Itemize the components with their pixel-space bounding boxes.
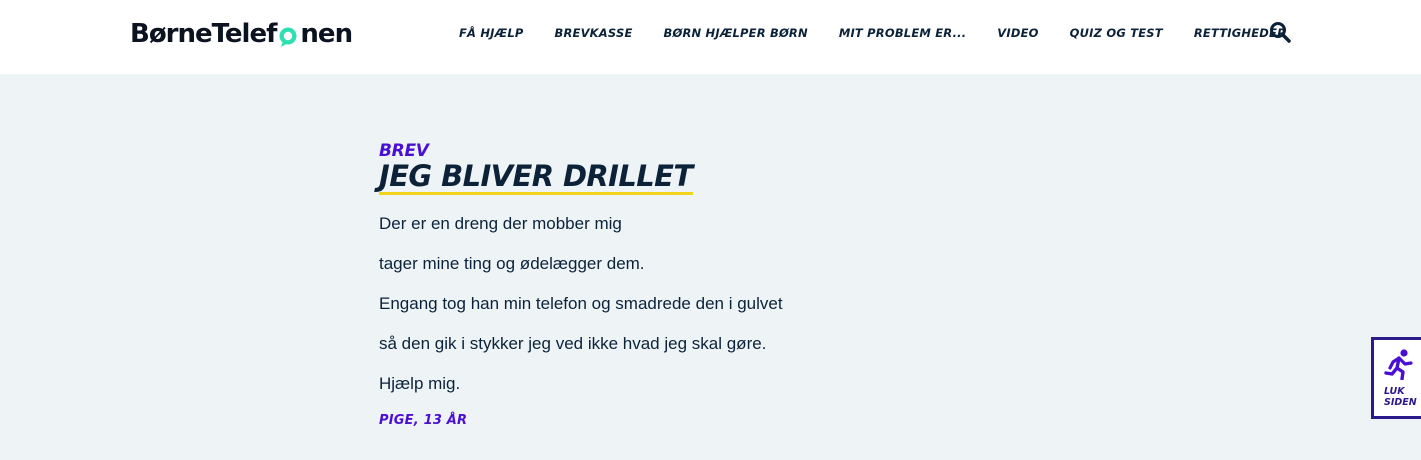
letter-paragraph: så den gik i stykker jeg ved ikke hvad j… xyxy=(379,334,767,353)
exit-button-label: LUK SIDEN xyxy=(1384,386,1420,408)
logo-text-part2: nen xyxy=(300,19,353,49)
nav-item-faa-hjaelp[interactable]: FÅ HJÆLP xyxy=(459,26,524,40)
running-person-icon xyxy=(1384,349,1413,380)
letter-signature: PIGE, 13 ÅR xyxy=(379,413,468,428)
nav-item-video[interactable]: VIDEO xyxy=(997,26,1038,40)
nav-item-quiz-og-test[interactable]: QUIZ OG TEST xyxy=(1070,26,1163,40)
site-header: BørneTelef nen FÅ HJÆLP BREVKASSE BØRN H… xyxy=(0,0,1421,74)
nav-item-mit-problem-er[interactable]: MIT PROBLEM ER... xyxy=(839,26,966,40)
main-nav: FÅ HJÆLP BREVKASSE BØRN HJÆLPER BØRN MIT… xyxy=(459,24,1286,42)
letter-paragraph: Hjælp mig. xyxy=(379,374,461,393)
search-icon xyxy=(1270,22,1291,43)
nav-item-boern-hjaelper-boern[interactable]: BØRN HJÆLPER BØRN xyxy=(664,26,808,40)
letter-paragraph: Der er en dreng der mobber mig xyxy=(379,214,622,233)
exit-page-button[interactable]: LUK SIDEN xyxy=(1371,337,1421,419)
letter-body: Der er en dreng der mobber mig tager min… xyxy=(379,213,979,395)
exit-label-line2: SIDEN xyxy=(1384,397,1417,408)
exit-label-line1: LUK xyxy=(1384,386,1405,397)
search-button[interactable] xyxy=(1268,20,1292,44)
logo-text-part1: BørneTelef xyxy=(130,19,277,49)
page-title: JEG BLIVER DRILLET xyxy=(379,159,693,195)
nav-item-brevkasse[interactable]: BREVKASSE xyxy=(555,26,633,40)
letter-paragraph: Engang tog han min telefon og smadrede d… xyxy=(379,294,783,313)
letter-article: BREV JEG BLIVER DRILLET Der er en dreng … xyxy=(379,140,979,428)
site-logo[interactable]: BørneTelef nen xyxy=(130,16,353,52)
speech-bubble-icon xyxy=(277,25,299,47)
letter-paragraph: tager mine ting og ødelægger dem. xyxy=(379,254,645,273)
